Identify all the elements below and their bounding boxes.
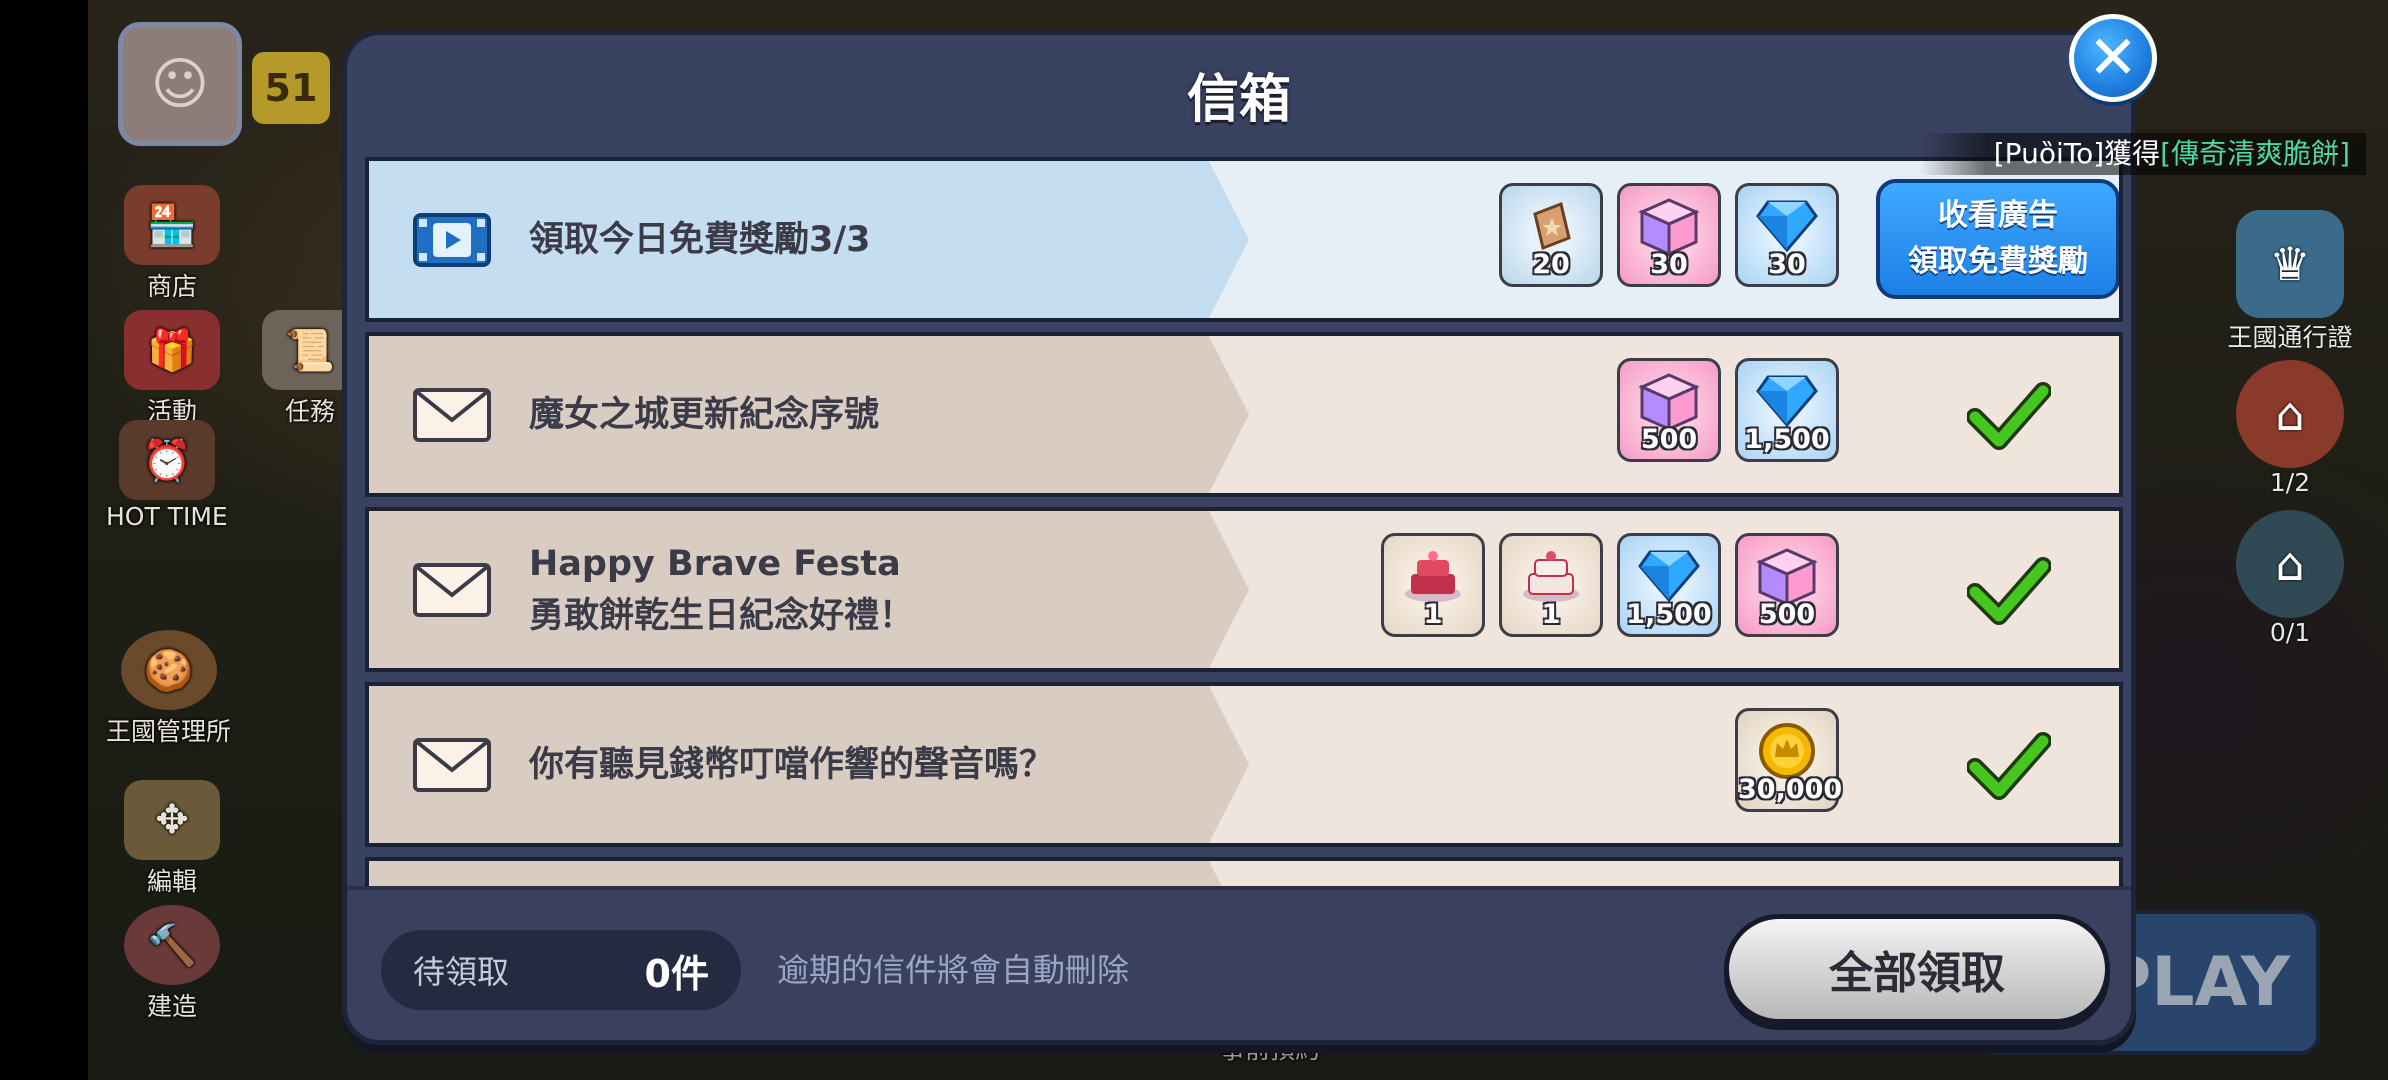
dialog-title: 信箱 (1186, 70, 1291, 130)
kingdom-manage-button[interactable]: 🍪 王國管理所 (106, 630, 231, 748)
crystal-icon (1756, 375, 1818, 428)
reward-qty: 20 (1532, 249, 1570, 280)
ticket-icon (1533, 201, 1571, 251)
mail-title-line: 魔女之城更新紀念序號 (529, 394, 880, 435)
mail-title: 領取今日免費獎勵3/3 (529, 161, 871, 318)
cake-icon (1523, 551, 1579, 602)
mail-title-line: 領取今日免費獎勵3/3 (529, 219, 871, 260)
mail-title: 你有聽見錢幣叮噹作響的聲音嗎？ (529, 686, 1054, 843)
reward-gem[interactable]: 1,500 (1735, 358, 1839, 462)
ticker-item: [傳奇清爽脆餅] (2160, 137, 2350, 170)
house-icon: ⌂ (2236, 510, 2344, 618)
reward-qty: 500 (1758, 599, 1816, 630)
close-icon: ✕ (2087, 23, 2139, 93)
ticker-verb: 獲得 (2104, 137, 2161, 170)
cookie-icon: 🍪 (120, 630, 217, 710)
envelope-icon (413, 563, 491, 617)
reward-qty: 1,500 (1626, 599, 1712, 630)
mail-list[interactable]: 領取今日免費獎勵3/3 20 30 30 收看廣告 領取免費獎勵 魔女之城更新紀… (365, 157, 2123, 917)
reward-coin[interactable]: 30,000 (1735, 708, 1843, 812)
pending-label: 待領取 (413, 953, 510, 991)
clock-icon: ⏰ (118, 420, 215, 500)
reward-qty: 500 (1640, 424, 1698, 455)
reward-qty: 1,500 (1744, 424, 1830, 455)
pending-counter: 待領取 0件 (381, 930, 741, 1010)
mail-row[interactable]: Happy Brave Festa 勇敢餅乾生日紀念好禮！ 1 1 1,500 … (365, 507, 2123, 672)
watch-ad-button[interactable]: 收看廣告 領取免費獎勵 (1876, 179, 2119, 299)
envelope-icon (413, 738, 491, 792)
reward-cake[interactable]: 1 (1381, 533, 1485, 637)
mail-row[interactable]: 魔女之城更新紀念序號 500 1,500 (365, 332, 2123, 497)
mailbox-dialog: 信箱 領取今日免費獎勵3/3 20 30 30 收看廣告 領取免費獎勵 魔女之城… (342, 30, 2136, 1045)
hammer-icon: 🔨 (124, 905, 220, 985)
news-ticker: [PuȍiTo]獲得[傳奇清爽脆餅] (1920, 133, 2366, 175)
mail-row-ad: 領取今日免費獎勵3/3 20 30 30 收看廣告 領取免費獎勵 (365, 157, 2123, 322)
mail-title: 魔女之城更新紀念序號 (529, 336, 879, 493)
mail-title-line: 你有聽見錢幣叮噹作響的聲音嗎？ (529, 744, 1055, 785)
player-avatar[interactable]: ☺ (118, 22, 242, 146)
mail-title-line: 勇敢餅乾生日紀念好禮！ (529, 595, 915, 636)
mailbox-footer: 待領取 0件 逾期的信件將會自動刪除 全部領取 (347, 886, 2131, 1040)
house-slot-1[interactable]: ⌂ 1/2 (2230, 360, 2350, 497)
crystal-icon (1638, 550, 1700, 603)
claimed-check-icon (1967, 382, 2051, 450)
reward-cube[interactable]: 500 (1735, 533, 1839, 637)
ticker-player: [PuȍiTo] (1993, 137, 2105, 170)
claimed-check-icon (1967, 732, 2051, 800)
shop-button[interactable]: 🏪 商店 (124, 185, 220, 303)
reward-list: 20 30 30 (1499, 183, 1839, 287)
build-button[interactable]: 🔨 建造 (124, 905, 220, 1023)
reward-list: 30,000 (1735, 708, 1843, 812)
edit-button[interactable]: ✥ 編輯 (124, 780, 220, 898)
shop-icon: 🏪 (124, 185, 220, 265)
event-button[interactable]: 🎁 活動 (124, 310, 220, 428)
house-slot-1-count: 1/2 (2269, 468, 2311, 497)
level-badge: 51 (252, 52, 330, 124)
reward-qty: 1 (1423, 599, 1443, 630)
cake-icon (1405, 551, 1461, 602)
kingdom-pass-label: 王國通行證 (2227, 323, 2353, 352)
reward-cube[interactable]: 500 (1617, 358, 1721, 462)
envelope-icon (413, 388, 491, 442)
reward-gem[interactable]: 30 (1735, 183, 1839, 287)
kingdom-manage-label: 王國管理所 (106, 717, 232, 746)
kingdom-pass-button[interactable]: ♛ 王國通行證 (2200, 210, 2380, 354)
build-label: 建造 (146, 992, 197, 1021)
claim-all-button[interactable]: 全部領取 (1724, 914, 2110, 1024)
edit-label: 編輯 (146, 867, 197, 896)
reward-qty: 30,000 (1738, 774, 1843, 805)
claimed-check-icon (1967, 557, 2051, 625)
reward-qty: 1 (1541, 599, 1561, 630)
reward-cube[interactable]: 30 (1617, 183, 1721, 287)
house-slot-2[interactable]: ⌂ 0/1 (2230, 510, 2350, 647)
crystal-icon (1756, 200, 1818, 253)
mail-title-line: Happy Brave Festa (529, 543, 901, 584)
coin-icon (1759, 723, 1815, 779)
reward-ticket[interactable]: 20 (1499, 183, 1603, 287)
expiry-notice: 逾期的信件將會自動刪除 (777, 951, 1130, 989)
mail-row[interactable]: 你有聽見錢幣叮噹作響的聲音嗎？ 30,000 (365, 682, 2123, 847)
pending-count: 0件 (644, 951, 709, 996)
reward-qty: 30 (1768, 249, 1806, 280)
hottime-label: HOT TIME (106, 502, 228, 531)
reward-gem[interactable]: 1,500 (1617, 533, 1721, 637)
shop-label: 商店 (146, 272, 197, 301)
watch-ad-line2: 領取免費獎勵 (1908, 244, 2088, 279)
reward-qty: 30 (1650, 249, 1688, 280)
video-icon (413, 213, 491, 267)
edit-icon: ✥ (124, 780, 220, 860)
close-button[interactable]: ✕ (2069, 14, 2157, 102)
crown-icon: ♛ (2236, 210, 2344, 318)
reward-cake[interactable]: 1 (1499, 533, 1603, 637)
house-icon: ⌂ (2236, 360, 2344, 468)
mail-title: Happy Brave Festa 勇敢餅乾生日紀念好禮！ (529, 511, 914, 668)
reward-list: 500 1,500 (1617, 358, 1839, 462)
house-slot-2-count: 0/1 (2269, 618, 2311, 647)
reward-list: 1 1 1,500 500 (1381, 533, 1839, 637)
quest-label: 任務 (284, 397, 335, 426)
hottime-button[interactable]: ⏰ HOT TIME (106, 420, 228, 531)
watch-ad-line1: 收看廣告 (1938, 198, 2058, 233)
gift-icon: 🎁 (124, 310, 220, 390)
